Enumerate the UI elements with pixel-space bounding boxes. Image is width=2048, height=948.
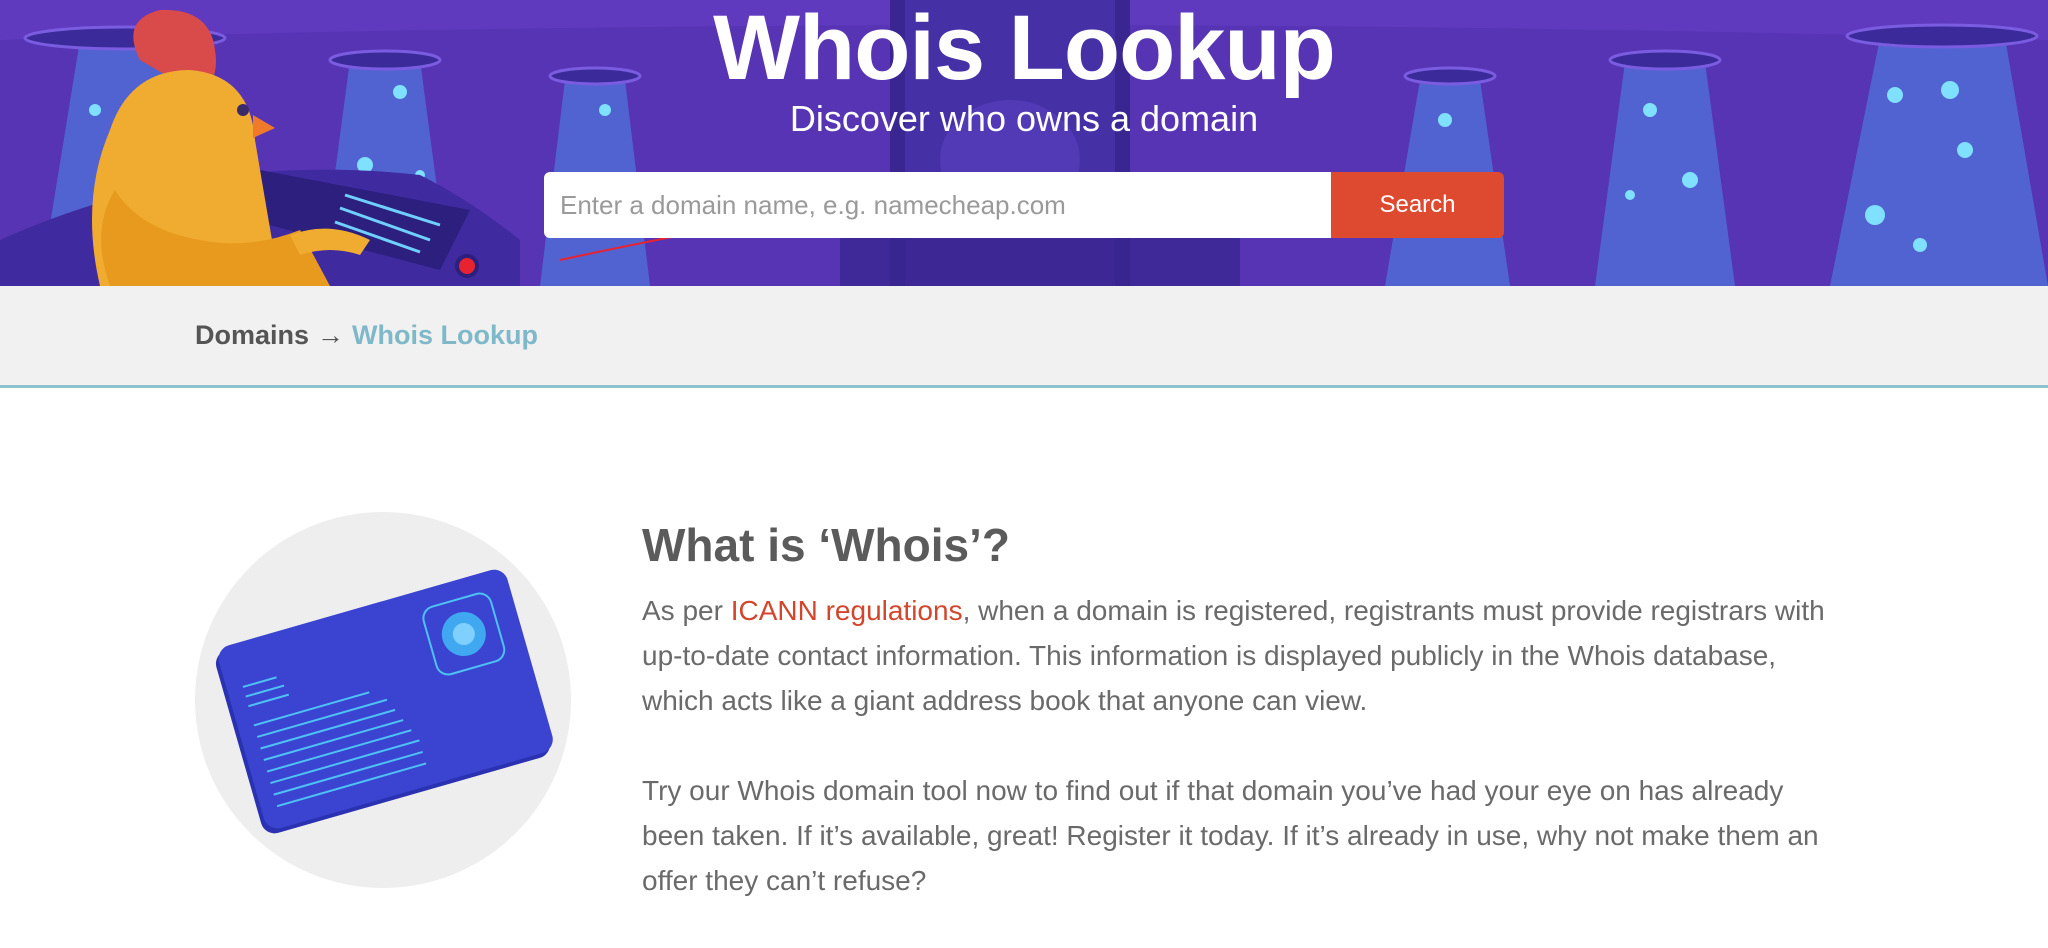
breadcrumb-current: Whois Lookup bbox=[352, 320, 538, 350]
breadcrumb-bar: Domains → Whois Lookup bbox=[0, 286, 2048, 388]
domain-search-input[interactable] bbox=[544, 172, 1331, 238]
page-title: Whois Lookup bbox=[713, 0, 1336, 99]
domain-search-form: Search bbox=[544, 172, 1504, 238]
p1-prefix: As per bbox=[642, 595, 731, 626]
info-paragraph-2: Try our Whois domain tool now to find ou… bbox=[642, 775, 1819, 896]
breadcrumb-domains-link[interactable]: Domains bbox=[195, 320, 309, 351]
hero-banner: Whois Lookup Discover who owns a domain … bbox=[0, 0, 2048, 286]
section-heading: What is ‘Whois’? bbox=[642, 519, 1010, 571]
whois-info-section: What is ‘Whois’? As per ICANN regulation… bbox=[642, 518, 1852, 948]
icann-regulations-link[interactable]: ICANN regulations bbox=[731, 595, 963, 626]
info-paragraph-1: As per ICANN regulations, when a domain … bbox=[642, 588, 1852, 723]
page-subtitle: Discover who owns a domain bbox=[789, 98, 1259, 139]
search-button[interactable]: Search bbox=[1331, 172, 1504, 238]
id-card-illustration bbox=[195, 512, 571, 888]
breadcrumb-separator: → bbox=[317, 320, 345, 350]
breadcrumb: Domains → Whois Lookup bbox=[195, 320, 538, 351]
